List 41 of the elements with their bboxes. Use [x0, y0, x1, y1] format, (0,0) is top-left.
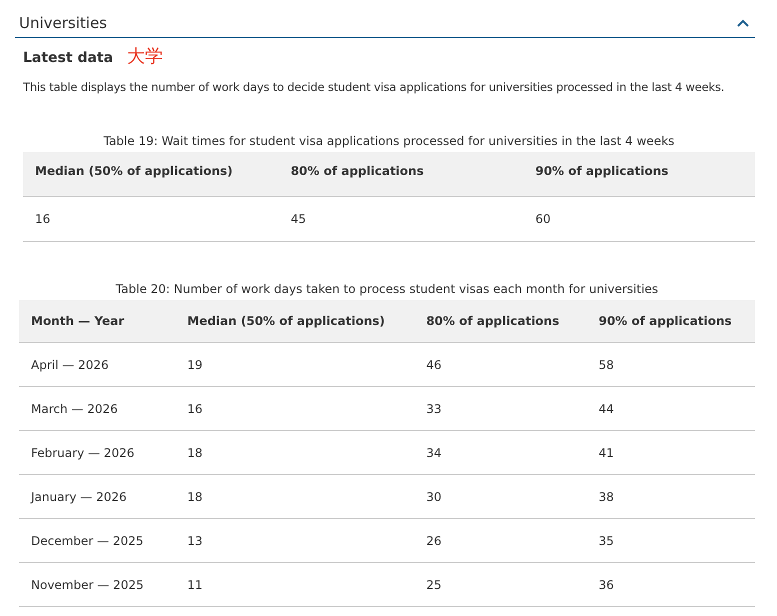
- table-cell: 11: [187, 578, 203, 592]
- table-cell: 46: [426, 358, 442, 372]
- table-cell: 19: [187, 358, 203, 372]
- column-header: 80% of applications: [290, 164, 424, 178]
- column-header: Median (50% of applications): [187, 314, 385, 328]
- table-cell: 34: [426, 446, 442, 460]
- column-header: 80% of applications: [426, 314, 560, 328]
- table-cell: January — 2026: [31, 490, 127, 504]
- description: This table displays the number of work days to decide student visa applications for universities processed in the last 4 weeks.: [23, 80, 724, 94]
- table-cell: 26: [426, 534, 442, 548]
- table-cell: 58: [598, 358, 614, 372]
- table-cell: 16: [35, 212, 50, 226]
- table-caption: Table 20: Number of work days taken to process student visas each month for universities: [114, 282, 660, 296]
- section-title: Universities: [19, 14, 108, 32]
- table-caption: Table 19: Wait times for student visa applications processed for universities in the last 4 weeks: [102, 134, 676, 148]
- column-header: Month — Year: [31, 314, 124, 328]
- table-cell: 13: [187, 534, 203, 548]
- table-cell: 18: [187, 446, 203, 460]
- table-cell: 36: [598, 578, 614, 592]
- chevron-icon[interactable]: [737, 19, 749, 27]
- table-cell: 35: [598, 534, 614, 548]
- subheading: Latest data: [23, 50, 114, 66]
- table-cell: 44: [598, 402, 614, 416]
- table-cell: 16: [187, 402, 203, 416]
- table-cell: March — 2026: [31, 402, 118, 416]
- table-cell: April — 2026: [31, 358, 109, 372]
- table-cell: 33: [426, 402, 442, 416]
- table-cell: 41: [598, 446, 614, 460]
- table-cell: February — 2026: [31, 446, 134, 460]
- table-cell: 45: [290, 212, 306, 226]
- column-header: 90% of applications: [598, 314, 732, 328]
- table-cell: 38: [598, 490, 614, 504]
- table-cell: December — 2025: [31, 534, 144, 548]
- table-cell: 25: [426, 578, 442, 592]
- table-cell: November — 2025: [31, 578, 144, 592]
- table-cell: 60: [535, 212, 551, 226]
- column-header: 90% of applications: [535, 164, 668, 178]
- column-header: Median (50% of applications): [35, 164, 233, 178]
- annotation: 大学: [127, 45, 164, 68]
- table-cell: 30: [426, 490, 442, 504]
- table-cell: 18: [187, 490, 203, 504]
